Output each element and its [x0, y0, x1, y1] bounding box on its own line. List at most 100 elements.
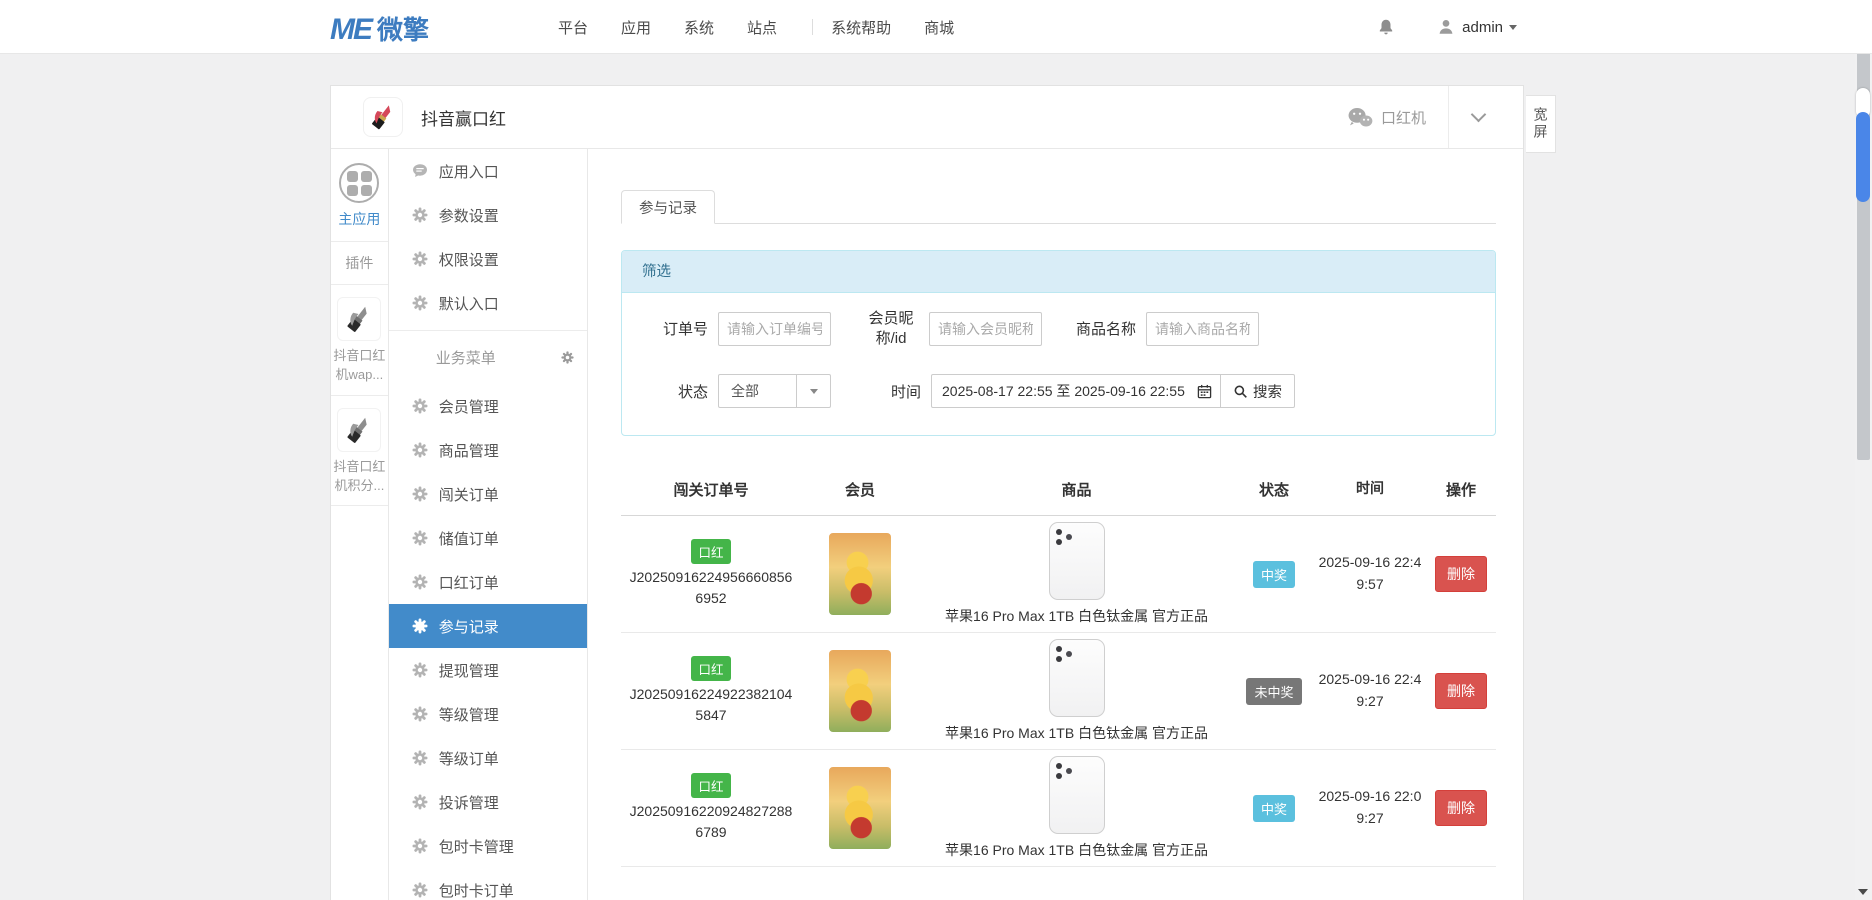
notification-bell-icon[interactable]	[1377, 18, 1395, 36]
gear-icon	[412, 794, 428, 810]
table-header-row: 闯关订单号 会员 商品 状态 时间 操作	[621, 463, 1496, 516]
gear-icon	[412, 662, 428, 678]
gear-icon	[412, 442, 428, 458]
filter-title: 筛选	[622, 251, 1495, 293]
main-app-grid-icon	[339, 163, 379, 203]
topbar: ME 微擎 平台 应用 系统 站点 系统帮助 商城 admin	[0, 0, 1872, 54]
record-time: 2025-09-16 22:49:57	[1316, 552, 1424, 595]
menu-item-label: 应用入口	[439, 161, 499, 182]
table-row: 口红 J202509162209248272886789 苹果16 Pro Ma…	[621, 750, 1496, 867]
member-nickname-label: 会员昵称/id	[863, 309, 919, 348]
product-name-input[interactable]	[1146, 312, 1259, 346]
user-menu[interactable]: admin	[1437, 18, 1517, 36]
product-name-label: 商品名称	[1076, 318, 1136, 339]
search-button[interactable]: 搜索	[1220, 374, 1295, 408]
menu-item-time-card-management[interactable]: 包时卡管理	[389, 824, 587, 868]
menu-item-withdrawal-management[interactable]: 提现管理	[389, 648, 587, 692]
menu-item-participation-records[interactable]: 参与记录	[389, 604, 587, 648]
menu-item-label: 投诉管理	[439, 792, 499, 813]
delete-button[interactable]: 删除	[1435, 556, 1487, 592]
product-image	[1049, 522, 1105, 600]
nav-apps[interactable]: 应用	[621, 17, 651, 38]
menu-item-label: 等级管理	[439, 704, 499, 725]
menu-item-label: 商品管理	[439, 440, 499, 461]
gear-icon	[412, 838, 428, 854]
menu-item-label: 储值订单	[439, 528, 499, 549]
record-time: 2025-09-16 22:09:27	[1316, 786, 1424, 829]
top-navigation: 平台 应用 系统 站点 系统帮助 商城	[558, 0, 987, 54]
menu-item-app-entry[interactable]: 应用入口	[389, 149, 587, 193]
app-header: 抖音赢口红 口红机	[331, 86, 1523, 149]
rail-item-plugin-wap[interactable]: 抖音口红机wap...	[331, 285, 388, 396]
member-nickname-input[interactable]	[929, 312, 1042, 346]
gear-icon	[412, 574, 428, 590]
filter-panel: 筛选 订单号 会员昵称/id 商品名称 状态 全部 时间	[621, 250, 1496, 436]
menu-item-default-entry[interactable]: 默认入口	[389, 281, 587, 325]
delete-button[interactable]: 删除	[1435, 790, 1487, 826]
widescreen-toggle[interactable]: 宽屏	[1526, 95, 1556, 153]
order-number-input[interactable]	[718, 312, 831, 346]
nav-system-help[interactable]: 系统帮助	[831, 17, 891, 38]
menu-item-member-management[interactable]: 会员管理	[389, 384, 587, 428]
status-selected-value: 全部	[719, 381, 796, 401]
username: admin	[1462, 19, 1503, 36]
menu-item-parameter-settings[interactable]: 参数设置	[389, 193, 587, 237]
col-header-action: 操作	[1426, 479, 1496, 500]
menu-item-label: 会员管理	[439, 396, 499, 417]
col-header-challenge-order: 闯关订单号	[621, 479, 801, 500]
gear-icon	[412, 251, 428, 267]
menu-item-level-management[interactable]: 等级管理	[389, 692, 587, 736]
table-row: 口红 J202509162249566608566952 苹果16 Pro Ma…	[621, 516, 1496, 633]
menu-item-permission-settings[interactable]: 权限设置	[389, 237, 587, 281]
collapse-button[interactable]	[1449, 86, 1507, 148]
member-avatar	[829, 650, 891, 732]
menu-item-challenge-orders[interactable]: 闯关订单	[389, 472, 587, 516]
menu-item-product-management[interactable]: 商品管理	[389, 428, 587, 472]
menu-item-label: 包时卡管理	[439, 836, 514, 857]
tab-participation-records[interactable]: 参与记录	[621, 190, 715, 224]
gear-icon	[412, 750, 428, 766]
plugin-name: 抖音口红机wap...	[333, 347, 386, 385]
nav-platform[interactable]: 平台	[558, 17, 588, 38]
product-image	[1049, 756, 1105, 834]
status-select[interactable]: 全部	[718, 374, 831, 408]
menu-item-level-orders[interactable]: 等级订单	[389, 736, 587, 780]
scrollbar-thumb[interactable]	[1857, 20, 1870, 460]
lipstick-icon	[366, 100, 400, 134]
delete-button[interactable]: 删除	[1435, 673, 1487, 709]
main-app-label: 主应用	[331, 209, 388, 229]
col-header-time: 时间	[1314, 478, 1426, 500]
account-selector[interactable]: 口红机	[1347, 107, 1426, 128]
menu-item-label: 包时卡订单	[439, 880, 514, 900]
rail-item-plugin-points[interactable]: 抖音口红机积分...	[331, 396, 388, 507]
gear-icon	[412, 706, 428, 722]
nav-store[interactable]: 商城	[924, 17, 954, 38]
plugin-lipstick-icon	[341, 412, 377, 448]
widescreen-label: 宽屏	[1531, 107, 1551, 141]
nav-sites[interactable]: 站点	[747, 17, 777, 38]
record-time: 2025-09-16 22:49:27	[1316, 669, 1424, 712]
menu-item-complaint-management[interactable]: 投诉管理	[389, 780, 587, 824]
nav-system[interactable]: 系统	[684, 17, 714, 38]
weengine-logo[interactable]: ME 微擎	[330, 10, 429, 47]
menu-item-lipstick-orders[interactable]: 口红订单	[389, 560, 587, 604]
account-label: 口红机	[1381, 107, 1426, 128]
app-rail: 主应用 插件 抖音口红机wap... 抖音口红机积分...	[331, 149, 389, 900]
floating-widget-blue[interactable]	[1856, 112, 1870, 202]
product-name: 苹果16 Pro Max 1TB 白色钛金属 官方正品	[945, 607, 1208, 626]
scrollbar-down-arrow-icon[interactable]	[1858, 889, 1868, 895]
records-table: 闯关订单号 会员 商品 状态 时间 操作 口红 J202509162249566…	[621, 463, 1496, 867]
order-number: J202509162249223821045847	[629, 684, 793, 726]
menu-item-time-card-orders[interactable]: 包时卡订单	[389, 868, 587, 900]
time-range-input[interactable]: 2025-08-17 22:55 至 2025-09-16 22:55	[931, 374, 1221, 408]
status-badge: 未中奖	[1246, 678, 1301, 705]
menu-item-label: 提现管理	[439, 660, 499, 681]
gear-icon	[412, 530, 428, 546]
section-settings-gear-icon[interactable]	[561, 351, 574, 364]
chat-bubble-icon	[412, 163, 428, 179]
menu-item-label: 等级订单	[439, 748, 499, 769]
rail-item-main-app[interactable]: 主应用	[331, 149, 388, 242]
menu-item-stored-value-orders[interactable]: 储值订单	[389, 516, 587, 560]
type-badge: 口红	[691, 656, 730, 681]
select-caret-icon	[796, 375, 830, 407]
